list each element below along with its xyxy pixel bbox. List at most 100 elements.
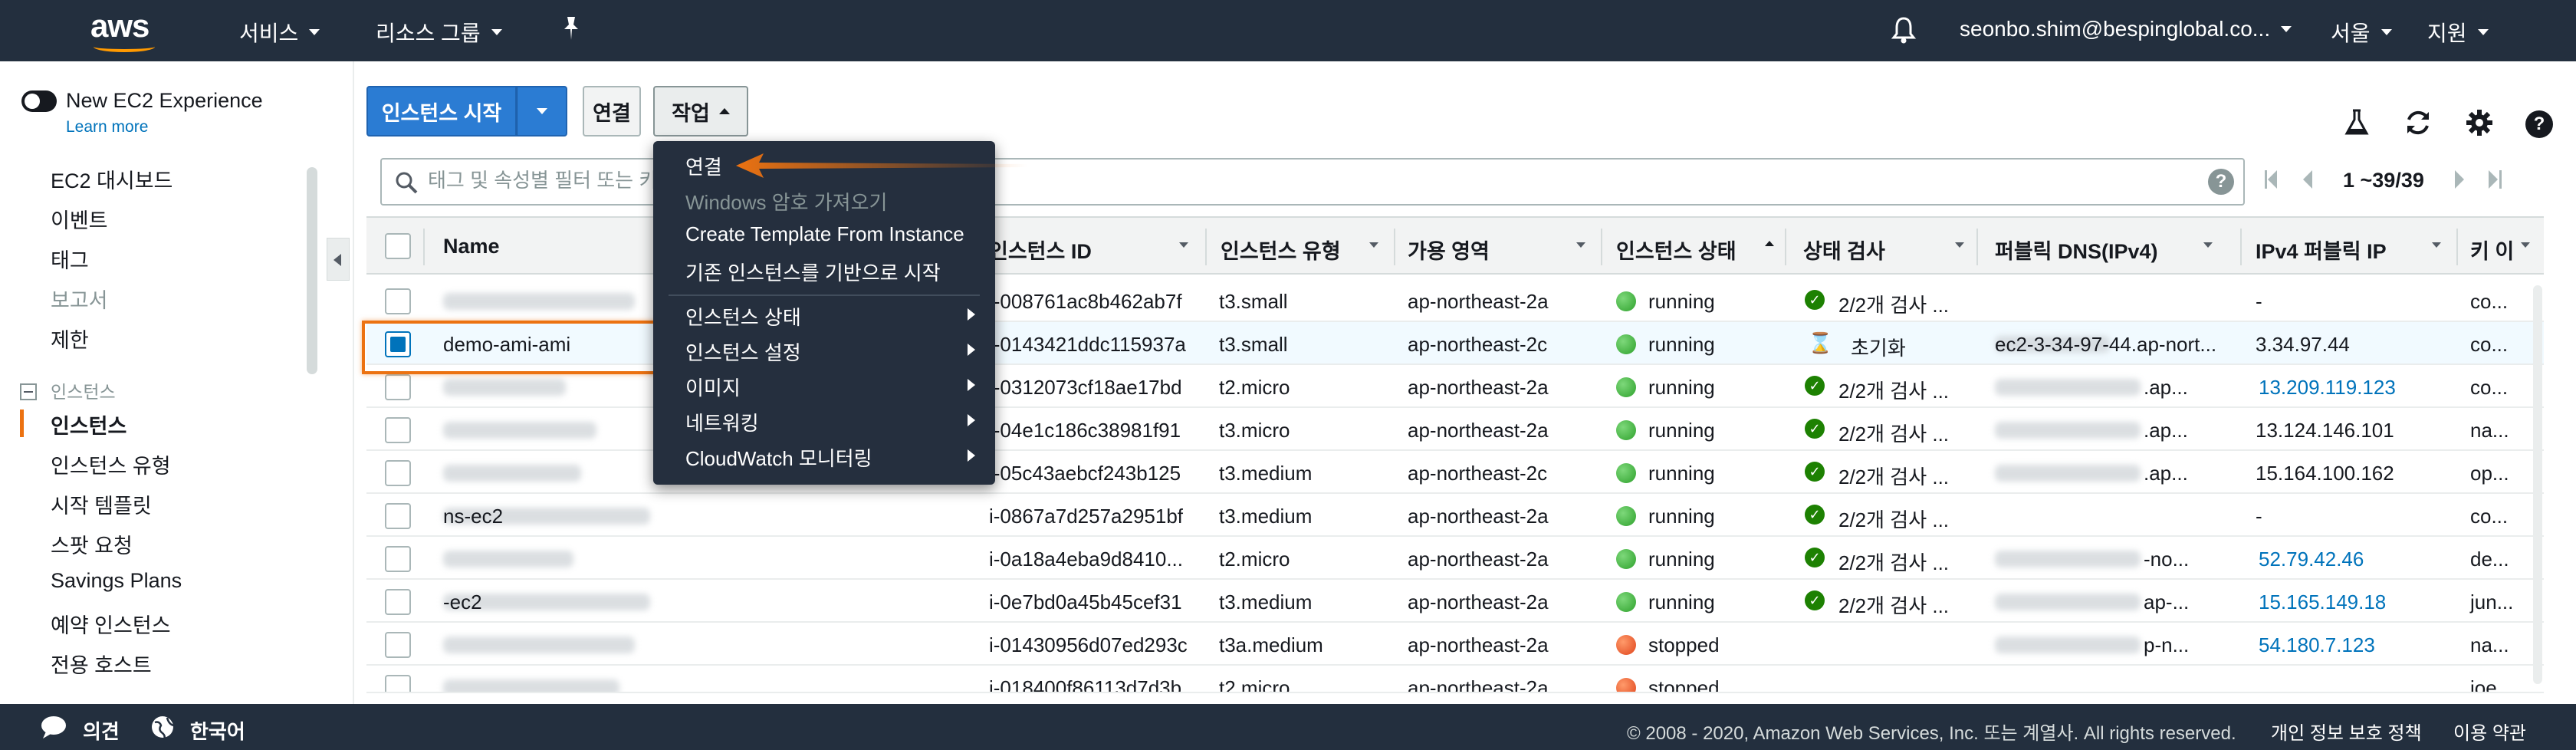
first-page-bar xyxy=(2265,170,2267,189)
pin-icon[interactable] xyxy=(560,15,583,41)
cell-public-ip[interactable]: 54.180.7.123 xyxy=(2259,633,2375,657)
menu-item-instance-settings[interactable]: 인스턴스 설정 xyxy=(685,337,801,366)
redacted-name xyxy=(443,293,635,310)
column-name[interactable]: Name xyxy=(443,235,500,258)
flask-icon[interactable] xyxy=(2343,107,2371,143)
column-instance-state[interactable]: 인스턴스 상태 xyxy=(1616,235,1737,265)
check-icon: ✓ xyxy=(1805,290,1825,310)
collapse-sidebar-button[interactable] xyxy=(327,238,350,281)
column-instance-type[interactable]: 인스턴스 유형 xyxy=(1221,235,1341,265)
menu-item-instance-state[interactable]: 인스턴스 상태 xyxy=(685,302,801,331)
state-indicator-icon xyxy=(1616,377,1636,397)
menu-item-image[interactable]: 이미지 xyxy=(685,373,741,401)
sidebar-item-dedicated-hosts[interactable]: 전용 호스트 xyxy=(51,649,152,679)
row-checkbox[interactable] xyxy=(385,417,411,443)
refresh-icon[interactable] xyxy=(2403,107,2433,143)
column-availability-zone[interactable]: 가용 영역 xyxy=(1408,235,1490,265)
sidebar-item-instances[interactable]: 인스턴스 xyxy=(51,410,127,439)
table-row[interactable]: -ec2 i-0e7bd0a45b45cef31 t3.medium ap-north… xyxy=(366,580,2544,623)
connect-button[interactable]: 연결 xyxy=(583,86,641,137)
launch-options-dropdown[interactable] xyxy=(517,86,567,137)
aws-logo[interactable]: aws xyxy=(90,8,159,54)
row-checkbox[interactable] xyxy=(385,288,411,314)
privacy-link[interactable]: 개인 정보 보호 정책 xyxy=(2271,718,2422,745)
sidebar-item-instance-types[interactable]: 인스턴스 유형 xyxy=(51,449,171,479)
row-checkbox[interactable] xyxy=(385,546,411,572)
bell-icon[interactable] xyxy=(1891,15,1917,44)
cell-key-name: de... xyxy=(2470,548,2509,571)
cell-public-ip[interactable]: 52.79.42.46 xyxy=(2259,548,2364,571)
region-menu[interactable]: 서울 xyxy=(2331,17,2392,48)
menu-item-connect[interactable]: 연결 xyxy=(685,152,722,180)
cell-instance-id: i-01430956d07ed293c xyxy=(989,633,1188,656)
sort-icon xyxy=(2432,242,2441,248)
sidebar-item-ec2-dashboard[interactable]: EC2 대시보드 xyxy=(51,164,172,194)
sidebar-item-limits[interactable]: 제한 xyxy=(51,324,89,354)
gear-icon[interactable] xyxy=(2464,107,2495,143)
sidebar-item-savings-plans[interactable]: Savings Plans xyxy=(51,569,182,593)
sidebar-item-tags[interactable]: 태그 xyxy=(51,244,89,274)
table-row[interactable]: i-0a18a4eba9d8410... t2.micro ap-northeast… xyxy=(366,537,2544,580)
last-page-icon[interactable] xyxy=(2489,170,2498,189)
support-menu[interactable]: 지원 xyxy=(2427,17,2489,48)
cell-instance-state: stopped xyxy=(1648,676,1720,693)
sidebar-item-reserved-instances[interactable]: 예약 인스턴스 xyxy=(51,609,171,639)
cell-availability-zone: ap-northeast-2a xyxy=(1408,505,1549,528)
services-menu[interactable]: 서비스 xyxy=(239,17,320,48)
cell-instance-type: t3.medium xyxy=(1219,505,1313,528)
sidebar-item-launch-templates[interactable]: 시작 템플릿 xyxy=(51,489,152,519)
column-public-dns[interactable]: 퍼블릭 DNS(IPv4) xyxy=(1995,235,2158,265)
prev-page-icon[interactable] xyxy=(2303,170,2312,189)
next-page-icon[interactable] xyxy=(2455,170,2464,189)
language-selector[interactable]: 한국어 xyxy=(190,716,245,745)
row-checkbox[interactable] xyxy=(385,460,411,486)
sidebar-item-events[interactable]: 이벤트 xyxy=(51,204,108,234)
cell-public-ip[interactable]: 15.165.149.18 xyxy=(2259,590,2386,614)
actions-button[interactable]: 작업 xyxy=(653,86,748,137)
sidebar-item-spot-requests[interactable]: 스팟 요청 xyxy=(51,529,133,559)
select-all-checkbox[interactable] xyxy=(385,233,411,259)
cell-status-checks: 2/2개 검사 ... xyxy=(1838,465,1950,488)
menu-item-cloudwatch[interactable]: CloudWatch 모니터링 xyxy=(685,443,872,472)
sidebar-scrollbar[interactable] xyxy=(307,167,317,374)
table-row[interactable]: i-01430956d07ed293c t3a.medium ap-northeas… xyxy=(366,623,2544,666)
search-help-icon[interactable]: ? xyxy=(2208,169,2234,195)
help-icon[interactable]: ? xyxy=(2525,110,2553,138)
launch-instance-button[interactable]: 인스턴스 시작 xyxy=(366,86,517,137)
cell-instance-id: i-0867a7d257a2951bf xyxy=(989,505,1184,528)
menu-item-create-template[interactable]: Create Template From Instance xyxy=(685,222,964,246)
cell-key-name: jun... xyxy=(2470,590,2514,613)
row-checkbox[interactable] xyxy=(385,589,411,615)
cell-public-ip[interactable]: 13.209.119.123 xyxy=(2259,376,2396,400)
cell-name: -ec2 xyxy=(443,590,482,613)
table-scrollbar[interactable] xyxy=(2533,285,2542,684)
check-icon: ✓ xyxy=(1805,590,1825,610)
table-row[interactable]: i-018400f86113d7d3b t2.micro ap-northeast-… xyxy=(366,666,2544,693)
sidebar-item-reports[interactable]: 보고서 xyxy=(51,284,108,314)
table-row[interactable]: ns-ec2 i-0867a7d257a2951bf t3.medium ap-nor… xyxy=(366,494,2544,537)
resource-groups-label: 리소스 그룹 xyxy=(376,21,481,45)
menu-item-networking[interactable]: 네트워킹 xyxy=(685,408,759,436)
first-page-icon[interactable] xyxy=(2268,170,2277,189)
column-status-checks[interactable]: 상태 검사 xyxy=(1803,235,1885,265)
resource-groups-menu[interactable]: 리소스 그룹 xyxy=(376,17,502,48)
cell-public-ip: 15.164.100.162 xyxy=(2256,462,2394,485)
cell-instance-state: running xyxy=(1648,419,1715,442)
row-checkbox[interactable] xyxy=(385,503,411,529)
terms-link[interactable]: 이용 약관 xyxy=(2453,718,2526,745)
toggle-knob xyxy=(25,94,40,109)
new-experience-toggle[interactable] xyxy=(21,90,57,112)
row-checkbox[interactable] xyxy=(385,374,411,400)
column-instance-id[interactable]: 인스턴스 ID xyxy=(989,235,1092,265)
column-key-name[interactable]: 키 이 xyxy=(2470,235,2514,265)
row-checkbox[interactable] xyxy=(385,675,411,692)
region-label: 서울 xyxy=(2331,21,2371,45)
row-checkbox[interactable] xyxy=(385,632,411,658)
menu-item-launch-more-like-this[interactable]: 기존 인스턴스를 기반으로 시작 xyxy=(685,258,941,286)
learn-more-link[interactable]: Learn more xyxy=(66,118,148,137)
collapse-section-icon[interactable] xyxy=(20,383,37,400)
account-menu[interactable]: seonbo.shim@bespinglobal.co... xyxy=(1960,17,2292,41)
column-public-ip[interactable]: IPv4 퍼블릭 IP xyxy=(2256,235,2387,265)
feedback-link[interactable]: 의견 xyxy=(83,716,120,745)
cell-name: ns-ec2 xyxy=(443,505,504,528)
